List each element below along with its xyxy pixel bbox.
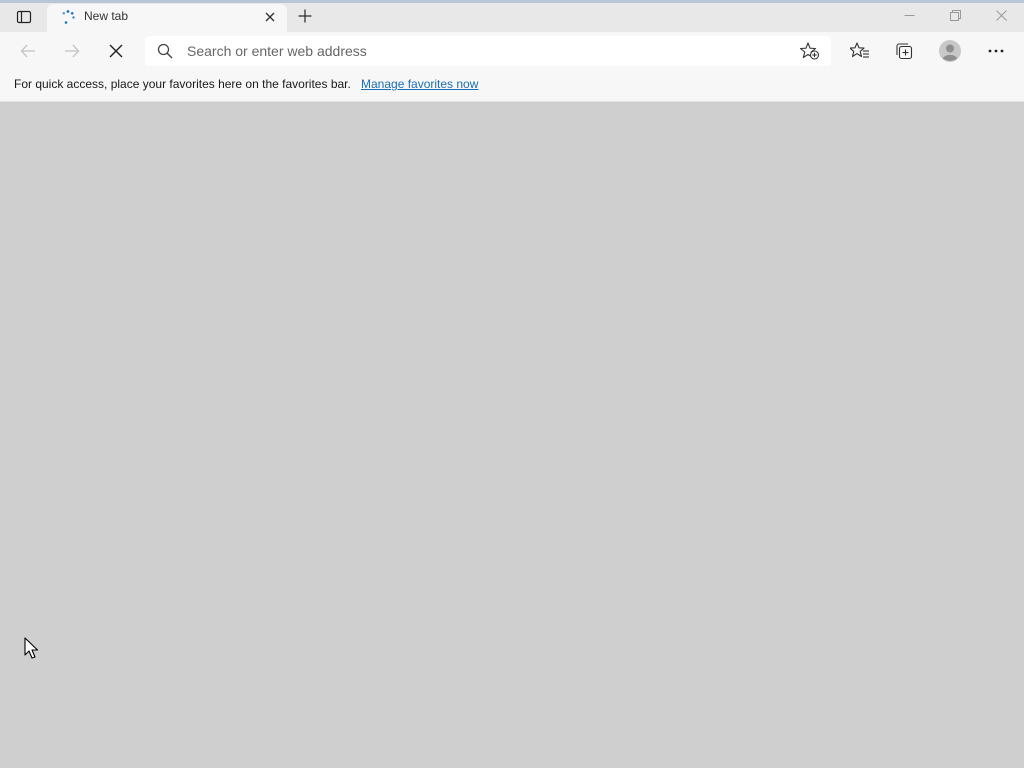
settings-menu-button[interactable] [981, 37, 1011, 65]
close-window-icon [995, 9, 1007, 21]
tab-actions-icon [16, 10, 32, 24]
address-bar[interactable] [145, 36, 831, 66]
forward-button[interactable] [57, 37, 87, 65]
favorites-button[interactable] [845, 37, 875, 65]
arrow-left-icon [20, 44, 35, 58]
close-window-button[interactable] [978, 0, 1024, 30]
tab-strip: New tab [0, 0, 1024, 32]
back-button[interactable] [13, 37, 43, 65]
tab-title: New tab [84, 9, 129, 23]
plus-icon [298, 9, 312, 23]
minimize-icon [904, 14, 914, 16]
search-icon [157, 43, 173, 59]
profile-button[interactable] [935, 37, 965, 65]
arrow-right-icon [65, 44, 80, 58]
stop-loading-button[interactable] [101, 37, 131, 65]
browser-window: New tab Search or enter web address For … [0, 0, 1024, 768]
more-dots-icon [988, 49, 1004, 53]
tab-close-button[interactable] [261, 8, 279, 26]
minimize-button[interactable] [886, 0, 932, 30]
favorites-star-list-icon [850, 42, 869, 58]
loading-spinner-icon [62, 10, 75, 24]
collections-button[interactable] [889, 37, 919, 65]
stop-x-icon [109, 44, 123, 58]
avatar-icon [939, 40, 961, 62]
window-controls [886, 0, 1024, 30]
tab-actions-button[interactable] [8, 7, 40, 27]
tab-new-tab[interactable]: New tab [47, 4, 287, 32]
close-icon [265, 12, 275, 22]
new-tab-button[interactable] [292, 5, 318, 27]
title-bar-edge [0, 0, 1024, 3]
add-favorite-button[interactable] [799, 41, 821, 61]
collections-icon [896, 43, 913, 60]
manage-favorites-link[interactable]: Manage favorites now [361, 77, 478, 91]
mouse-cursor-icon [24, 637, 39, 659]
restore-icon [949, 9, 961, 21]
star-plus-icon [800, 42, 820, 60]
favorites-bar: For quick access, place your favorites h… [0, 70, 1024, 102]
address-input[interactable] [187, 40, 777, 62]
page-content [0, 102, 1024, 768]
restore-button[interactable] [932, 0, 978, 30]
navigation-toolbar [0, 32, 1024, 70]
favorites-bar-message: For quick access, place your favorites h… [14, 77, 351, 91]
